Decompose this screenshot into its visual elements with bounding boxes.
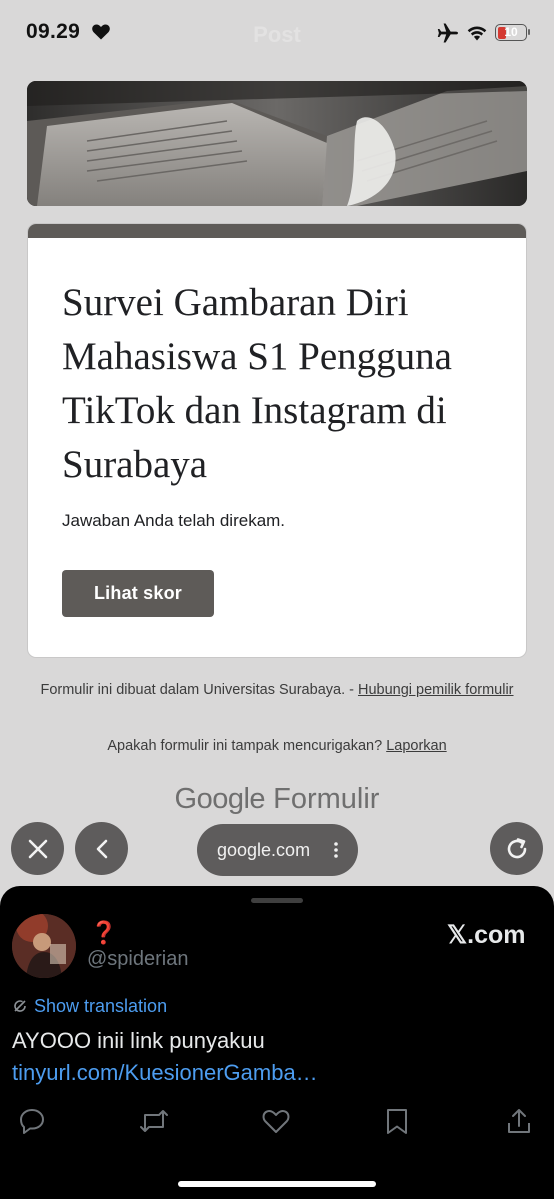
- battery-nub: [528, 29, 530, 35]
- url-text: google.com: [217, 840, 311, 860]
- reply-icon[interactable]: [18, 1107, 46, 1135]
- wifi-icon: [467, 26, 487, 41]
- show-translation-button[interactable]: Show translation: [12, 996, 167, 1017]
- share-icon[interactable]: [505, 1107, 533, 1135]
- tweet-link[interactable]: tinyurl.com/KuesionerGamba…: [12, 1060, 318, 1085]
- display-name[interactable]: ❓: [90, 920, 117, 946]
- book-feather-image: [27, 81, 527, 206]
- form-footer-report: Apakah formulir ini tampak mencurigakan?…: [40, 736, 514, 757]
- post-actions: [0, 1107, 554, 1141]
- translate-icon: [14, 1000, 26, 1012]
- repost-icon[interactable]: [139, 1107, 169, 1135]
- url-pill[interactable]: google.com: [197, 824, 358, 876]
- form-title: Survei Gambaran Diri Mahasiswa S1 Penggu…: [62, 281, 452, 486]
- report-link[interactable]: Laporkan: [386, 738, 446, 754]
- user-handle[interactable]: @spiderian: [87, 948, 188, 971]
- battery-percentage: 10: [504, 25, 518, 39]
- reload-icon: [507, 837, 526, 858]
- browser-controls: google.com: [0, 820, 554, 882]
- form-card: Survei Gambaran Diri Mahasiswa S1 Penggu…: [27, 223, 527, 658]
- sheet-grabber[interactable]: [251, 898, 303, 903]
- footer-created-in: Formulir ini dibuat dalam Universitas Su…: [40, 682, 358, 698]
- chevron-left-icon: [96, 839, 107, 858]
- tweet-text: AYOOO inii link punyakuu tinyurl.com/Kue…: [12, 1025, 542, 1089]
- battery-icon: 10: [495, 24, 527, 41]
- avatar[interactable]: [12, 914, 76, 978]
- airplane-mode-icon: [437, 23, 458, 43]
- form-card-accent: [28, 224, 526, 238]
- forms-logo-text: Formulir: [273, 783, 380, 815]
- home-indicator[interactable]: [178, 1181, 376, 1187]
- contact-owner-link[interactable]: Hubungi pemilik formulir: [358, 682, 514, 698]
- back-button[interactable]: [75, 822, 128, 875]
- more-options-icon[interactable]: [334, 842, 338, 858]
- status-bar: 09.29 Post 10: [0, 0, 554, 66]
- google-logo-text: Google: [174, 783, 266, 815]
- x-com-logo[interactable]: 𝕏.com: [447, 920, 526, 950]
- close-icon: [28, 839, 47, 858]
- like-icon[interactable]: [261, 1107, 291, 1135]
- view-score-button[interactable]: Lihat skor: [62, 570, 214, 617]
- close-button[interactable]: [11, 822, 64, 875]
- form-header-image: [27, 81, 527, 206]
- tweet-body: AYOOO inii link punyakuu: [12, 1028, 265, 1053]
- avatar-image: [12, 914, 76, 978]
- form-footer-owner: Formulir ini dibuat dalam Universitas Su…: [40, 680, 514, 701]
- form-confirmation-text: Jawaban Anda telah direkam.: [62, 511, 286, 530]
- google-forms-logo: Google Formulir: [0, 783, 554, 816]
- show-translation-label: Show translation: [34, 996, 168, 1016]
- reload-button[interactable]: [490, 822, 543, 875]
- footer-suspicious-text: Apakah formulir ini tampak mencurigakan?: [107, 738, 387, 754]
- post-sheet: ❓ @spiderian 𝕏.com Show translation AYOO…: [0, 886, 554, 1199]
- bookmark-icon[interactable]: [384, 1107, 410, 1135]
